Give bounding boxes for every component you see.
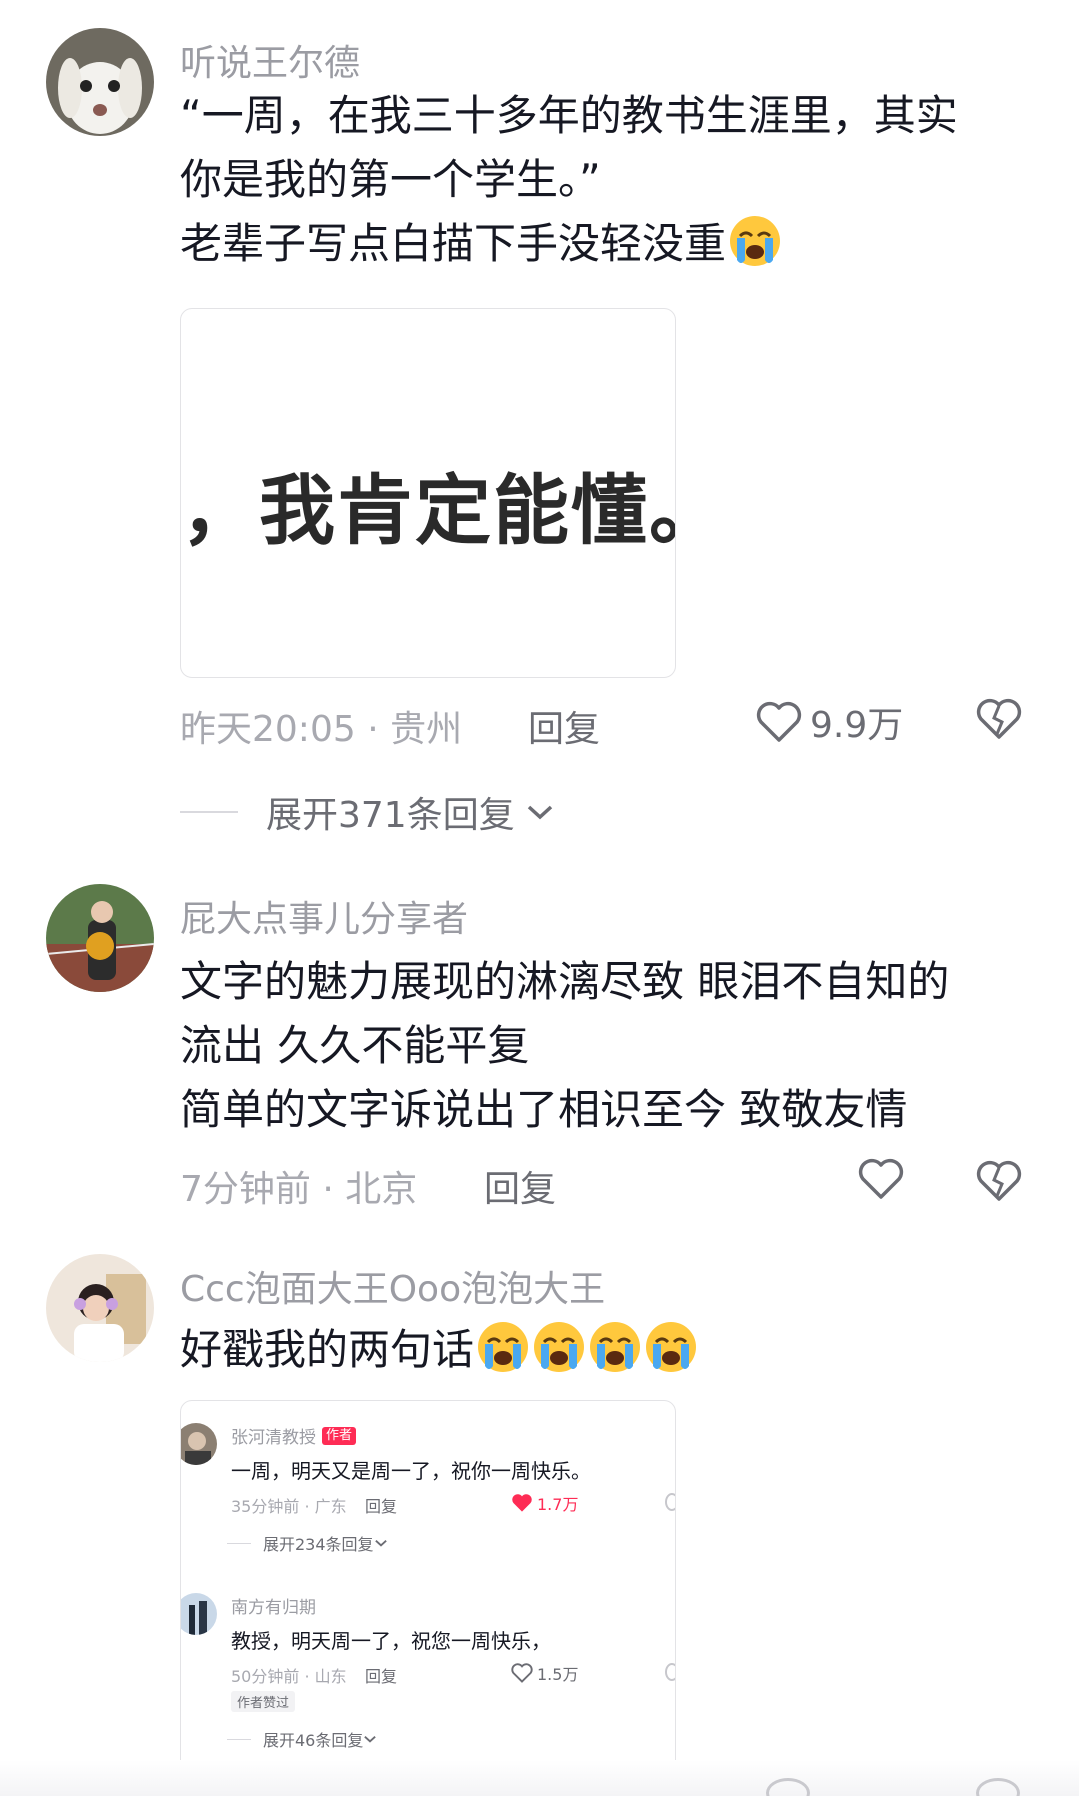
- embedded-time-location: 50分钟前 · 山东: [231, 1667, 347, 1686]
- like-button[interactable]: [858, 1158, 912, 1200]
- embedded-cropped-icon: [665, 1493, 675, 1511]
- comment-text-line-with-emoji: 老辈子写点白描下手没轻没重: [180, 212, 1040, 276]
- reply-button[interactable]: 回复: [528, 700, 600, 752]
- comment-text-line: “一周，在我三十多年的教书生涯里，其实: [180, 91, 958, 140]
- embedded-expand-divider: [227, 1738, 251, 1740]
- loudly-crying-emoji: [646, 1322, 697, 1372]
- embedded-comment-text: 一周，明天又是周一了，祝你一周快乐。: [231, 1459, 591, 1483]
- heart-broken-icon: [976, 698, 1022, 739]
- comment-text: “一周，在我三十多年的教书生涯里，其实 你是我的第一个学生。” 老辈子写点白描下…: [180, 84, 1040, 276]
- embedded-avatar: [181, 1593, 217, 1635]
- embedded-reply-label: 回复: [365, 1667, 398, 1686]
- embedded-username: 南方有归期: [231, 1593, 316, 1618]
- comment-text-line-with-emoji: 好戳我的两句话: [180, 1318, 1040, 1382]
- comment-time-location: 7分钟前 · 北京: [180, 1169, 418, 1210]
- embedded-expand-label: 展开46条回复: [263, 1731, 364, 1750]
- comment-text: 文字的魅力展现的淋漓尽致 眼泪不自知的 流出 久久不能平复 简单的文字诉说出了相…: [180, 950, 1040, 1142]
- heart-outline-icon: [858, 1158, 904, 1199]
- loudly-crying-emoji: [590, 1322, 641, 1372]
- author-tag: 作者: [322, 1426, 357, 1445]
- heart-broken-icon: [976, 1160, 1022, 1201]
- embedded-like-count: 1.5万: [537, 1665, 579, 1684]
- embedded-username-text: 南方有归期: [231, 1598, 316, 1618]
- loudly-crying-emoji: [478, 1322, 529, 1372]
- heart-outline-icon: [511, 1663, 533, 1683]
- comment-text: 好戳我的两句话: [180, 1318, 1040, 1382]
- heart-filled-icon: [512, 1494, 532, 1512]
- chevron-down-icon: [527, 805, 552, 820]
- embedded-time-location: 35分钟前 · 广东: [231, 1497, 347, 1516]
- dislike-button[interactable]: [976, 1160, 1022, 1206]
- expand-divider: [180, 811, 238, 813]
- comment-text-line: 文字的魅力展现的淋漓尽致 眼泪不自知的: [180, 957, 950, 1006]
- avatar-girl-with-headphones[interactable]: [46, 1254, 154, 1362]
- loudly-crying-emoji: [730, 216, 781, 266]
- embedded-expand-label: 展开234条回复: [263, 1535, 374, 1554]
- comment-text-fragment: 好戳我的两句话: [180, 1325, 475, 1374]
- author-liked-badge: 作者赞过: [231, 1691, 296, 1712]
- bottom-fade: [0, 1760, 1079, 1796]
- avatar-girl-with-flowers[interactable]: [46, 884, 154, 992]
- embedded-username-text: 张河清教授: [231, 1428, 316, 1448]
- dislike-button[interactable]: [976, 698, 1022, 744]
- comment-text-line: 你是我的第一个学生。”: [180, 155, 601, 204]
- like-button[interactable]: 9.9万: [756, 696, 903, 748]
- comment-username[interactable]: 屁大点事儿分享者: [180, 890, 468, 942]
- embedded-expand: 展开46条回复: [227, 1727, 377, 1751]
- embedded-username: 张河清教授 作者: [231, 1423, 357, 1448]
- comment-text-line: 简单的文字诉说出了相识至今 致敬友情: [180, 1085, 908, 1134]
- chevron-down-icon: [364, 1735, 377, 1743]
- chevron-down-icon: [374, 1539, 387, 1547]
- comment-username[interactable]: 听说王尔德: [180, 34, 360, 86]
- loudly-crying-emoji: [534, 1322, 585, 1372]
- comment-text-line: 流出 久久不能平复: [180, 1021, 530, 1070]
- comment-image[interactable]: ，我肯定能懂。: [180, 308, 676, 678]
- like-count: 9.9万: [810, 705, 904, 746]
- embedded-screenshot-image[interactable]: 张河清教授 作者 一周，明天又是周一了，祝你一周快乐。 35分钟前 · 广东 回…: [180, 1400, 676, 1772]
- comment-text-fragment: 老辈子写点白描下手没轻没重: [180, 219, 727, 268]
- reply-button[interactable]: 回复: [484, 1160, 556, 1212]
- embedded-expand-divider: [227, 1542, 251, 1544]
- embedded-like-count: 1.7万: [537, 1495, 579, 1514]
- expand-label: 展开371条回复: [266, 795, 515, 836]
- image-caption-text: ，我肯定能懂。: [181, 466, 676, 555]
- avatar-rabbit[interactable]: [46, 28, 154, 136]
- embedded-like: 1.7万: [511, 1491, 578, 1515]
- comment-time-location: 昨天20:05 · 贵州: [180, 709, 463, 750]
- heart-outline-icon: [756, 701, 802, 742]
- embedded-avatar: [181, 1423, 217, 1465]
- embedded-like: 1.5万: [511, 1661, 578, 1685]
- embedded-expand: 展开234条回复: [227, 1531, 388, 1555]
- comment-username[interactable]: Ccc泡面大王Ooo泡泡大王: [180, 1260, 605, 1312]
- expand-replies-button[interactable]: 展开371条回复: [180, 786, 555, 838]
- embedded-reply-label: 回复: [365, 1497, 398, 1516]
- embedded-comment-text: 教授，明天周一了，祝您一周快乐，: [231, 1629, 551, 1653]
- embedded-cropped-icon: [665, 1663, 675, 1681]
